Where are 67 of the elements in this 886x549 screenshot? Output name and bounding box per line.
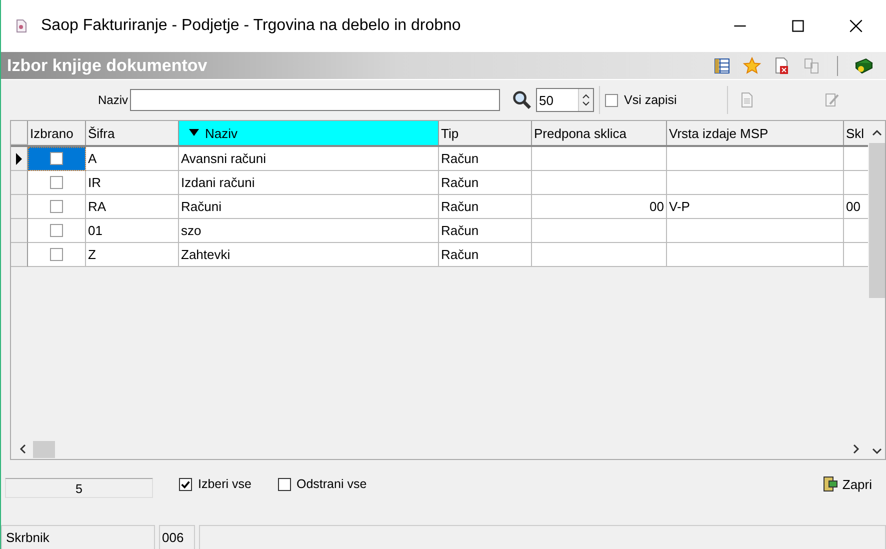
all-records-label: Vsi zapisi (624, 93, 677, 107)
table-cell: Račun (439, 219, 532, 243)
remove-all-label: Odstrani vse (296, 477, 367, 491)
row-checkbox[interactable] (50, 176, 63, 189)
status-code: 006 (159, 525, 195, 549)
row-checkbox[interactable] (50, 152, 63, 165)
table-cell: Avansni računi (179, 147, 439, 171)
table-cell: V-P (667, 195, 844, 219)
record-count: 5 (5, 478, 153, 498)
table-cell (844, 171, 868, 195)
edit-icon[interactable] (824, 92, 840, 108)
scroll-thumb[interactable] (868, 143, 884, 298)
table-cell: 01 (86, 219, 179, 243)
table-cell: Račun (439, 195, 532, 219)
row-checkbox[interactable] (50, 224, 63, 237)
scroll-right-icon[interactable] (852, 444, 860, 454)
table-cell (844, 147, 868, 171)
table-cell (844, 243, 868, 267)
count-spinner[interactable]: 50 (536, 88, 594, 112)
column-header[interactable]: Vrsta izdaje MSP (667, 121, 844, 145)
search-icon[interactable] (512, 90, 532, 110)
window-title: Saop Fakturiranje - Podjetje - Trgovina na debelo in drobno (41, 17, 462, 35)
table-cell: 00 (844, 195, 868, 219)
table-cell: Izdani računi (179, 171, 439, 195)
table-cell: IR (86, 171, 179, 195)
scroll-up-icon[interactable] (872, 129, 882, 137)
star-icon[interactable] (743, 56, 761, 74)
delete-document-icon[interactable] (773, 56, 791, 74)
scroll-left-icon[interactable] (19, 444, 27, 454)
sort-down-icon (189, 129, 199, 137)
table-cell: Računi (179, 195, 439, 219)
column-header[interactable]: Predpona sklica (532, 121, 667, 145)
table-cell: Z (86, 243, 179, 267)
close-icon (849, 19, 863, 33)
close-dialog-button[interactable]: Zapri (819, 473, 874, 495)
all-records-checkbox[interactable] (605, 94, 618, 106)
column-header[interactable]: Naziv (179, 121, 439, 145)
panel-title: Izbor knjige dokumentov (6, 56, 208, 76)
status-user: Skrbnik (1, 525, 155, 549)
scroll-thumb[interactable] (33, 440, 55, 458)
row-header[interactable] (11, 147, 28, 171)
help-book-icon[interactable] (854, 56, 874, 74)
row-pointer-icon (16, 152, 22, 164)
name-field[interactable] (130, 89, 500, 111)
maximize-icon (791, 19, 805, 33)
row-checkbox[interactable] (50, 248, 63, 261)
copy-icon[interactable] (803, 56, 821, 74)
row-checkbox[interactable] (50, 200, 63, 213)
document-icon[interactable] (740, 92, 754, 108)
column-header[interactable]: Izbrano (28, 121, 86, 145)
table-cell: Račun (439, 147, 532, 171)
name-label: Naziv (98, 93, 128, 107)
table-cell: RA (86, 195, 179, 219)
select-all-checkbox[interactable] (179, 478, 192, 490)
table-cell: A (86, 147, 179, 171)
table-cell (844, 219, 868, 243)
remove-all-checkbox[interactable] (278, 478, 290, 490)
scroll-down-icon[interactable] (872, 447, 882, 455)
exit-door-icon (821, 475, 840, 493)
table-cell: Račun (439, 243, 532, 267)
table-cell: 00 (532, 195, 667, 219)
select-all-label: Izberi vse (198, 477, 252, 491)
table-icon[interactable] (713, 56, 731, 74)
table-cell: Zahtevki (179, 243, 439, 267)
table-cell: szo (179, 219, 439, 243)
column-header[interactable]: Tip (439, 121, 532, 145)
table-cell: Račun (439, 171, 532, 195)
